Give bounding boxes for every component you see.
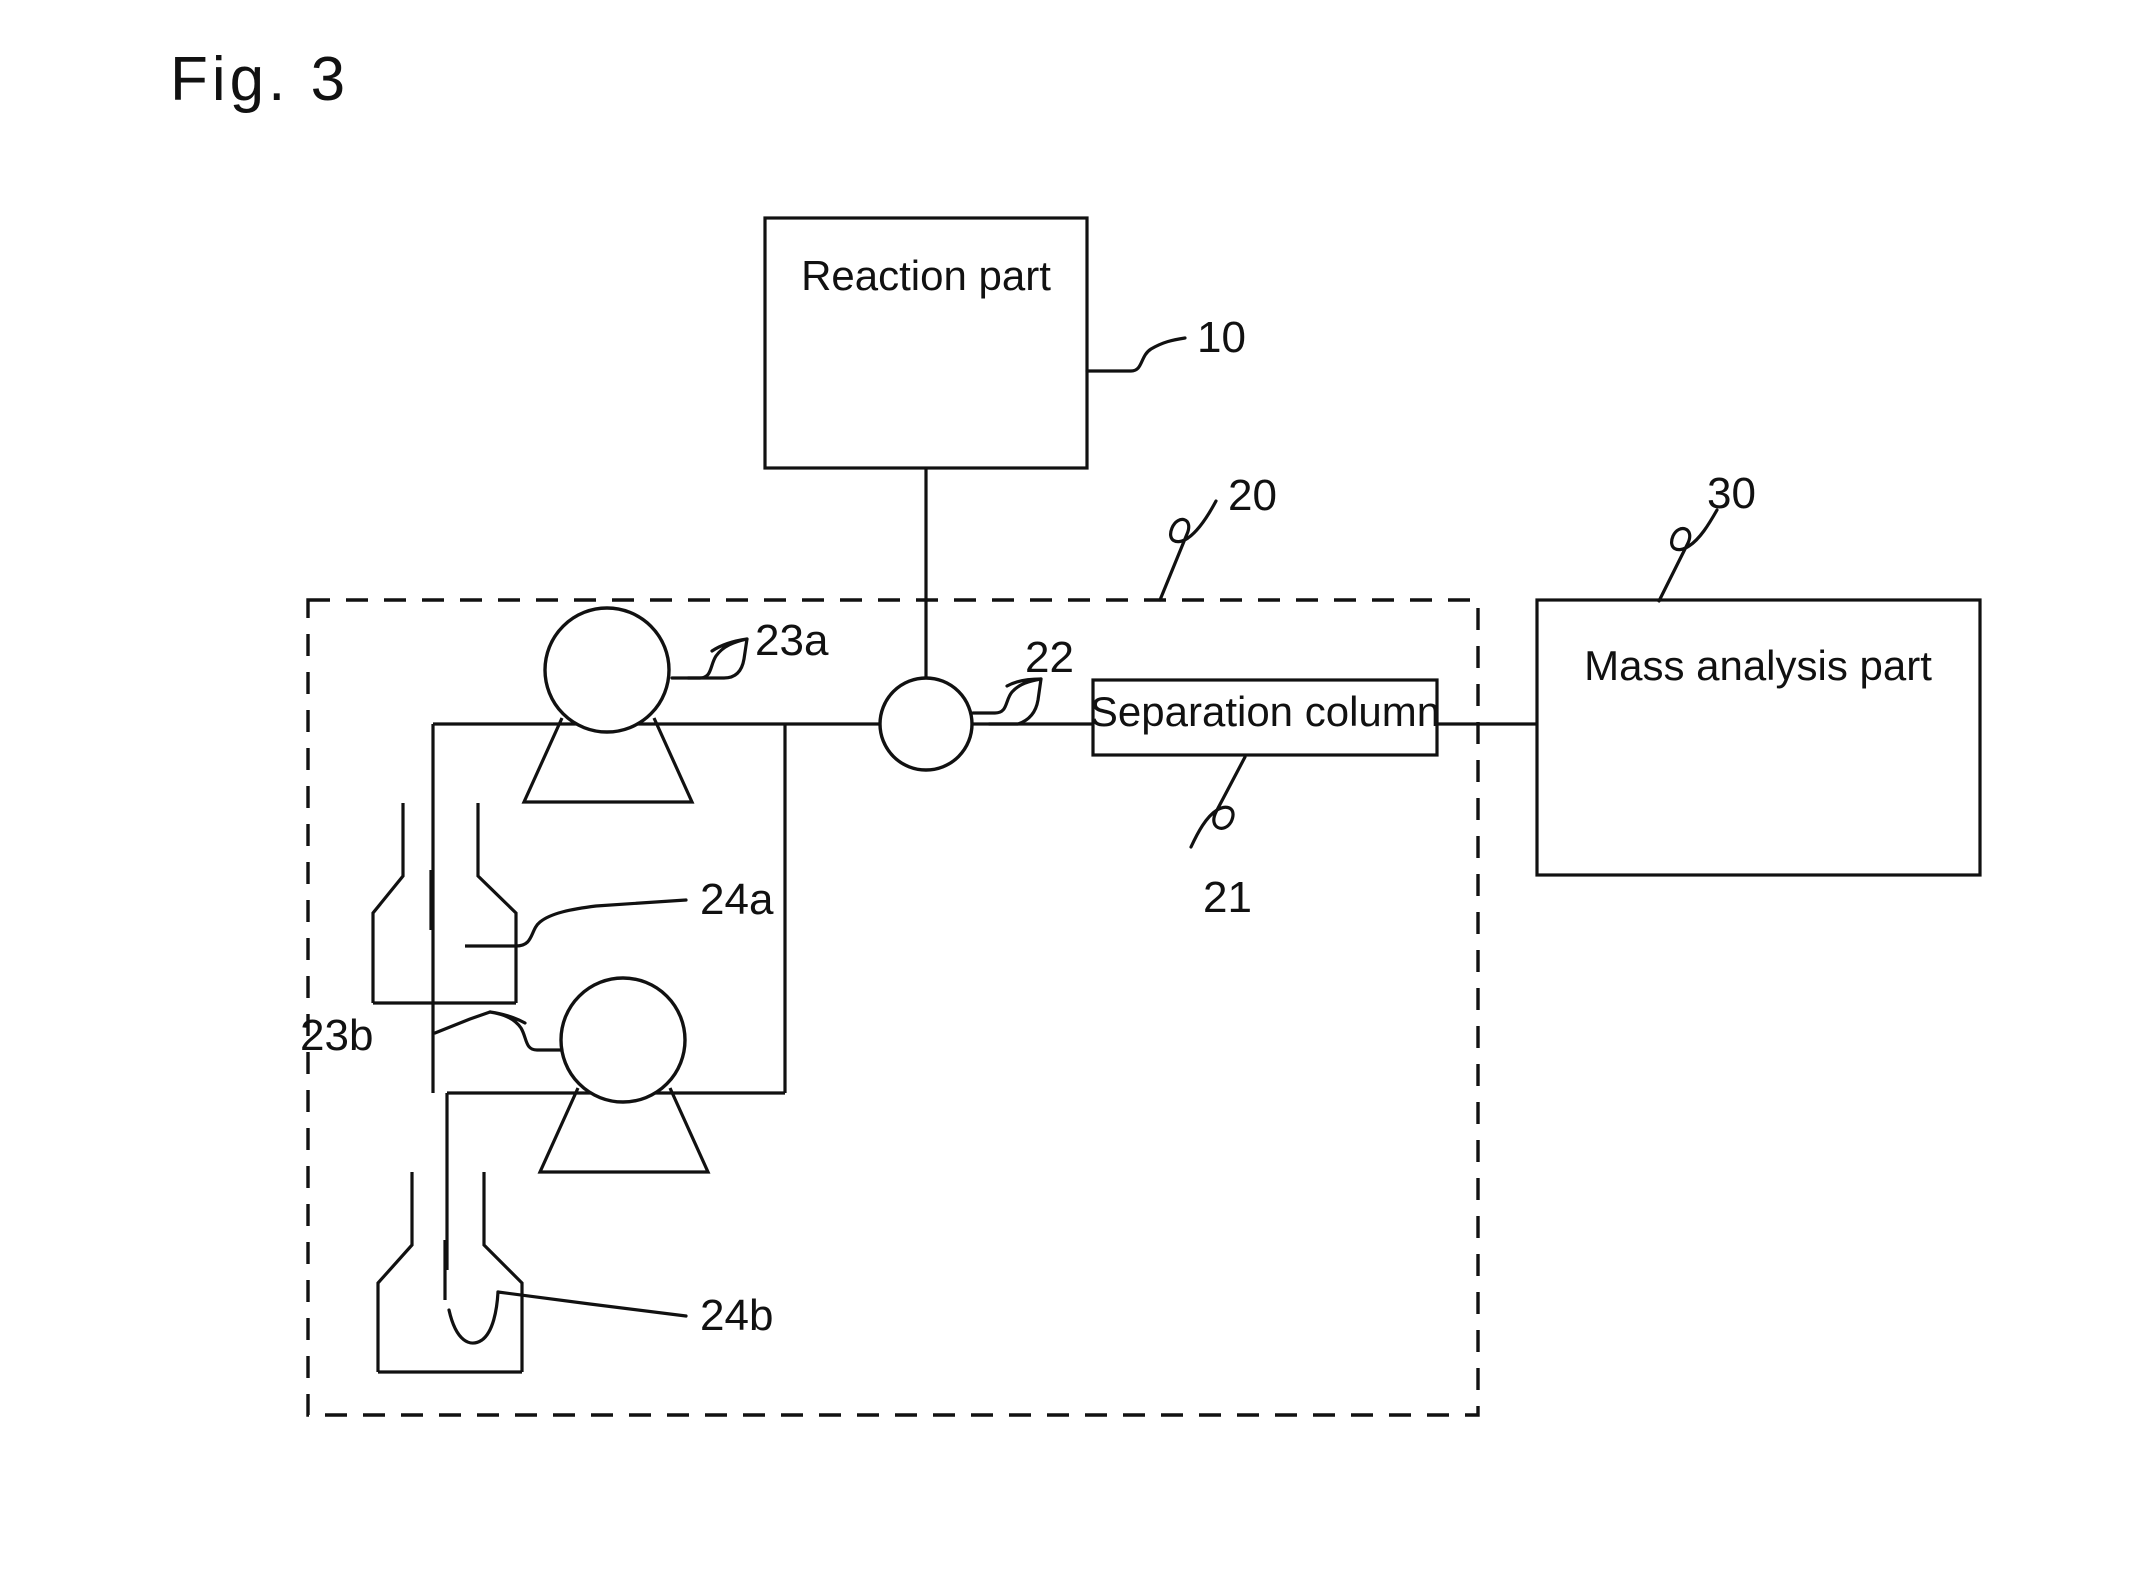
mass-analysis-part-ref: 30 [1707, 469, 1756, 518]
figure-label: Fig. 3 [170, 45, 349, 114]
pump-b-circle [559, 976, 687, 1104]
container-a-right-wall [476, 803, 518, 1003]
reaction-part-label: Reaction part [801, 252, 1051, 299]
enclosure-ref: 20 [1228, 471, 1277, 520]
pump-b-ref: 23b [300, 1011, 373, 1060]
pump-a-leader-tail [686, 637, 749, 680]
reaction-part-leader [1085, 336, 1187, 373]
container-a-left-wall [371, 803, 405, 1003]
container-b-level-curve [447, 1290, 500, 1345]
separation-column-ref: 21 [1203, 873, 1252, 922]
container-a-leader [514, 898, 688, 948]
figure-canvas: Fig. 3 Reaction part 10 20 22 Separation… [170, 45, 1982, 1417]
container-b-ref: 24b [700, 1291, 773, 1340]
valve-ref: 22 [1025, 633, 1074, 682]
container-b-right-wall [482, 1172, 524, 1372]
pump-b-leader-tail [433, 1010, 492, 1035]
reaction-part-ref: 10 [1197, 313, 1246, 362]
pump-a-leader [670, 637, 749, 680]
patent-figure: Fig. 3 Reaction part 10 20 22 Separation… [0, 0, 2138, 1596]
pump-b-leader [488, 1010, 564, 1052]
container-b-leader [496, 1290, 688, 1318]
container-a-ref: 24a [700, 875, 774, 924]
pump-a-ref: 23a [755, 616, 829, 665]
enclosure-leader [1158, 499, 1218, 602]
valve-leader-tail [987, 677, 1043, 726]
container-b-left-wall [376, 1172, 414, 1372]
mass-analysis-part-leader [1657, 508, 1719, 603]
separation-column-label: Separation column [1090, 688, 1440, 735]
separation-column-leader [1189, 755, 1247, 849]
mass-analysis-part-label: Mass analysis part [1584, 642, 1932, 689]
valve-leader [971, 677, 1043, 715]
valve-circle [878, 676, 974, 772]
pump-a-circle [543, 606, 671, 734]
